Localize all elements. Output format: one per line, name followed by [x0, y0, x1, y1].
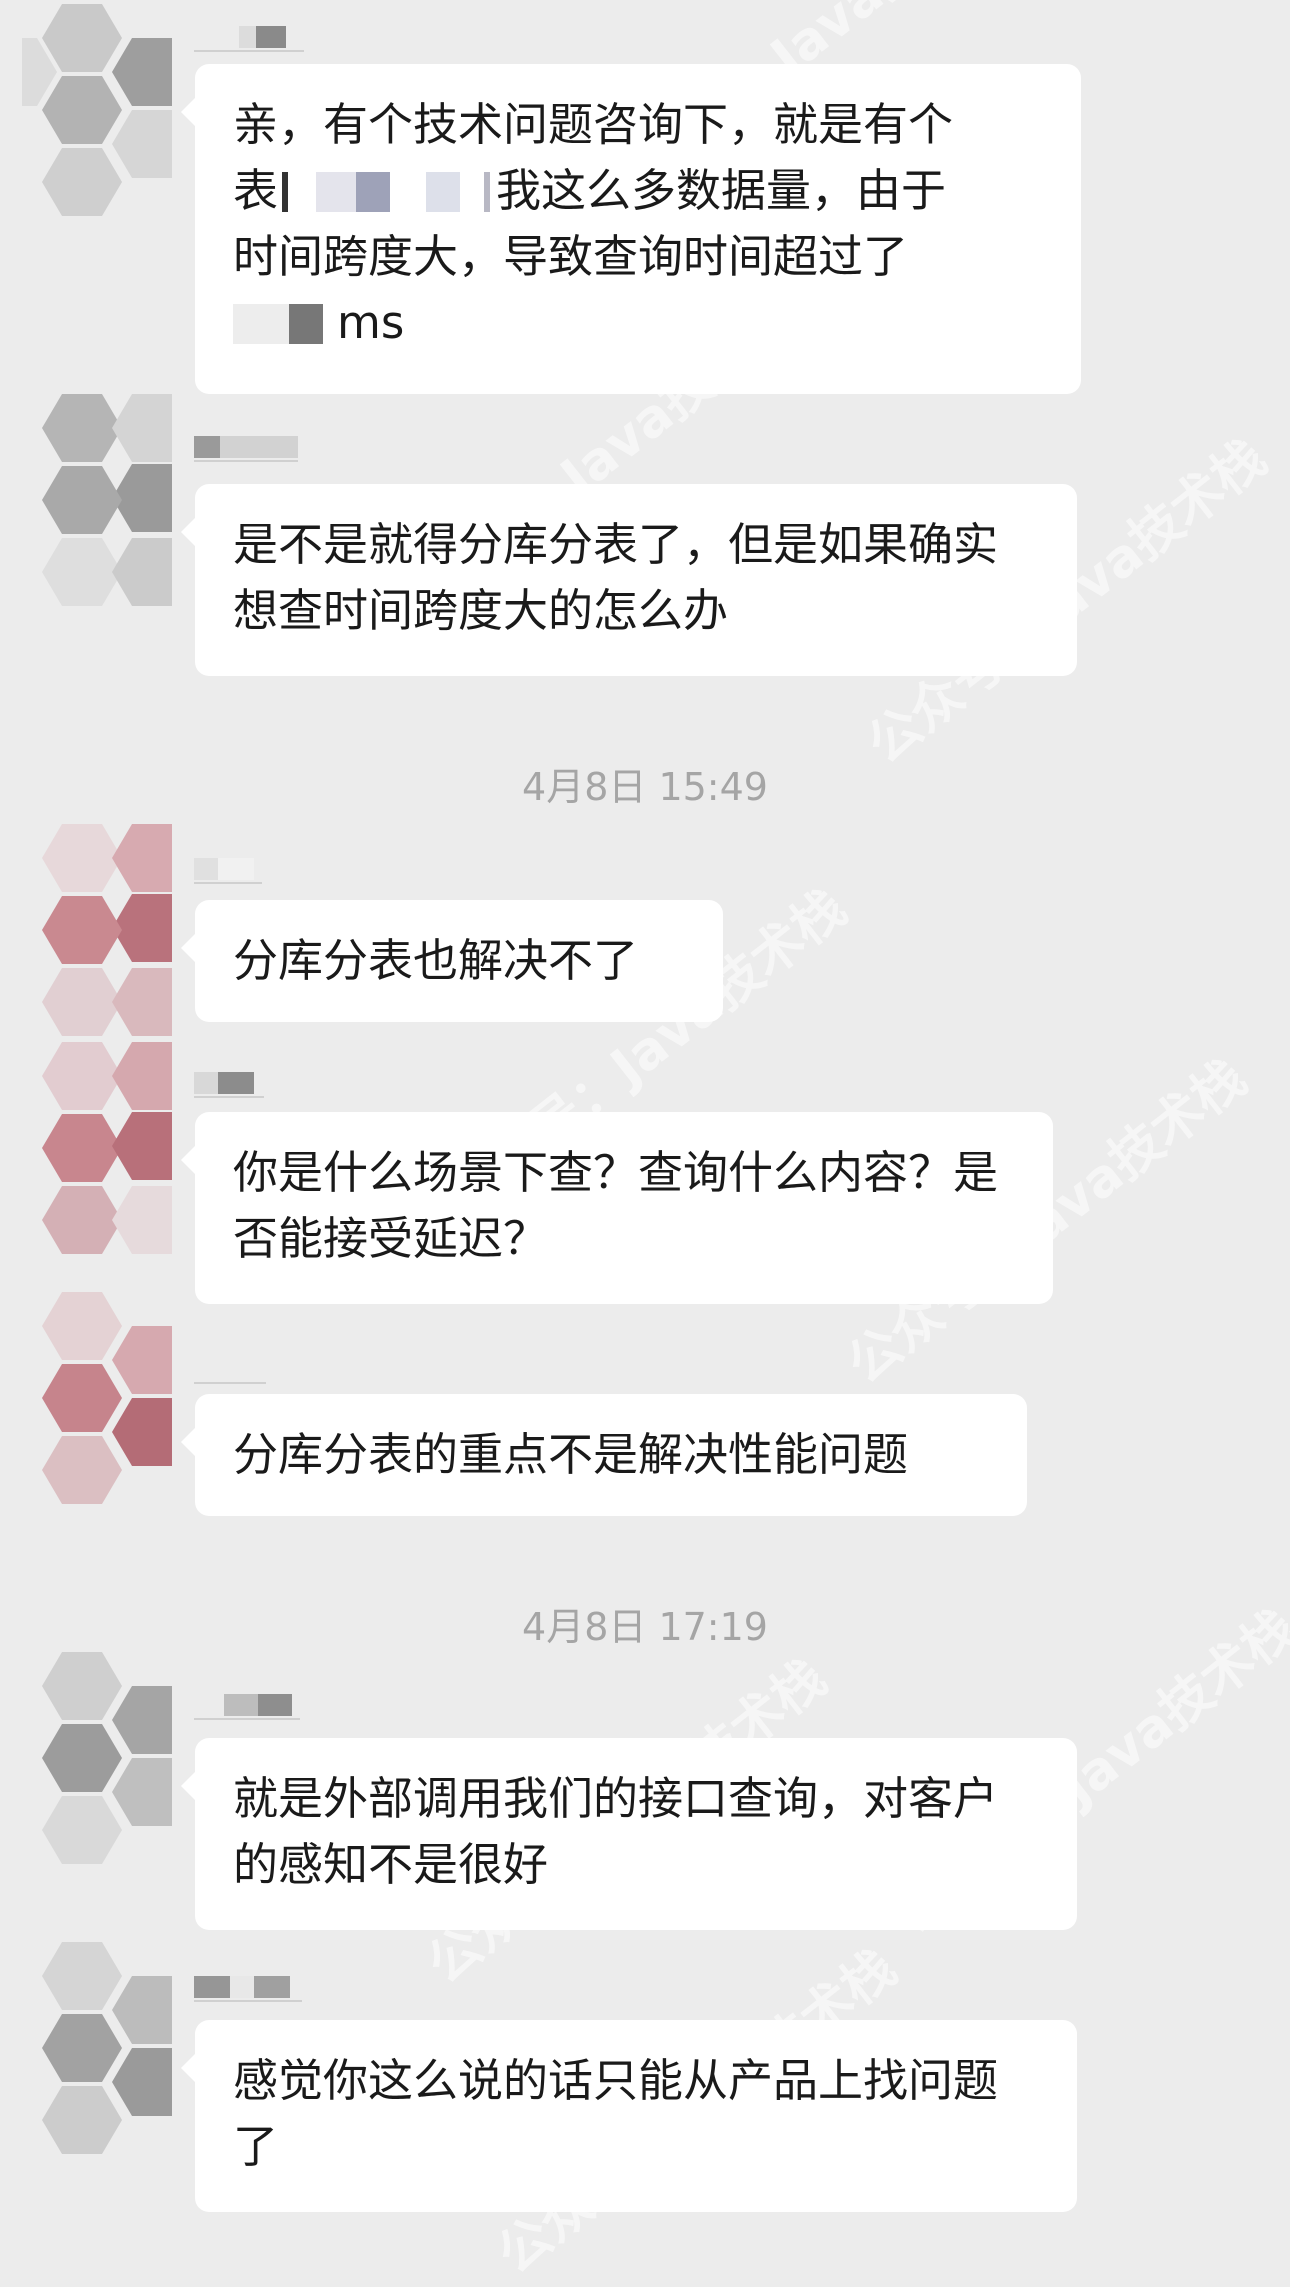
redacted-block: [484, 172, 491, 212]
avatar[interactable]: [22, 1040, 172, 1255]
message-text: 分库分表也解决不了: [233, 934, 639, 987]
message-text: 时间跨度大，导致查询时间超过了: [233, 230, 909, 283]
sender-name: [194, 1356, 266, 1384]
redacted-block: [316, 172, 357, 212]
redacted-block: [289, 304, 323, 344]
message-bubble[interactable]: 就是外部调用我们的接口查询，对客户的感知不是很好: [181, 1738, 1077, 1930]
message-bubble[interactable]: 感觉你这么说的话只能从产品上找问题了: [181, 2020, 1077, 2212]
sender-name: [194, 856, 262, 884]
sender-name: [194, 434, 298, 462]
message-bubble[interactable]: 你是什么场景下查？查询什么内容？是否能接受延迟？: [181, 1112, 1053, 1304]
redacted-block: [426, 172, 461, 212]
avatar[interactable]: [22, 2, 172, 217]
message-text: 就是外部调用我们的接口查询，对客户的感知不是很好: [233, 1772, 999, 1891]
message-bubble[interactable]: 亲，有个技术问题咨询下，就是有个 表我这么多数据量，由于 时间跨度大，导致查询时…: [181, 64, 1081, 394]
message-bubble[interactable]: 分库分表也解决不了: [181, 900, 723, 1022]
avatar[interactable]: [22, 1650, 172, 1865]
sender-name: [194, 1692, 300, 1720]
message-text: 你是什么场景下查？查询什么内容？是否能接受延迟？: [233, 1146, 999, 1265]
timestamp: 4月8日 17:19: [522, 1605, 768, 1649]
redacted-block: [282, 172, 289, 212]
message-text: 分库分表的重点不是解决性能问题: [233, 1428, 909, 1481]
message-text: 感觉你这么说的话只能从产品上找问题了: [233, 2054, 999, 2173]
sender-name: [194, 24, 304, 52]
sender-name: [194, 1974, 302, 2002]
message-text: ms: [233, 290, 1043, 356]
message-bubble[interactable]: 是不是就得分库分表了，但是如果确实想查时间跨度大的怎么办: [181, 484, 1077, 676]
sender-name: [194, 1070, 264, 1098]
message-text: 是不是就得分库分表了，但是如果确实想查时间跨度大的怎么办: [233, 518, 999, 637]
avatar[interactable]: [22, 392, 172, 607]
message-bubble[interactable]: 分库分表的重点不是解决性能问题: [181, 1394, 1027, 1516]
message-text: 亲，有个技术问题咨询下，就是有个: [233, 98, 954, 151]
avatar[interactable]: [22, 1290, 172, 1505]
message-text: 表我这么多数据量，由于: [233, 164, 947, 217]
timestamp: 4月8日 15:49: [522, 765, 768, 809]
avatar[interactable]: [22, 1940, 172, 2155]
redacted-block: [356, 172, 391, 212]
avatar[interactable]: [22, 822, 172, 1037]
redacted-block: [233, 304, 289, 344]
